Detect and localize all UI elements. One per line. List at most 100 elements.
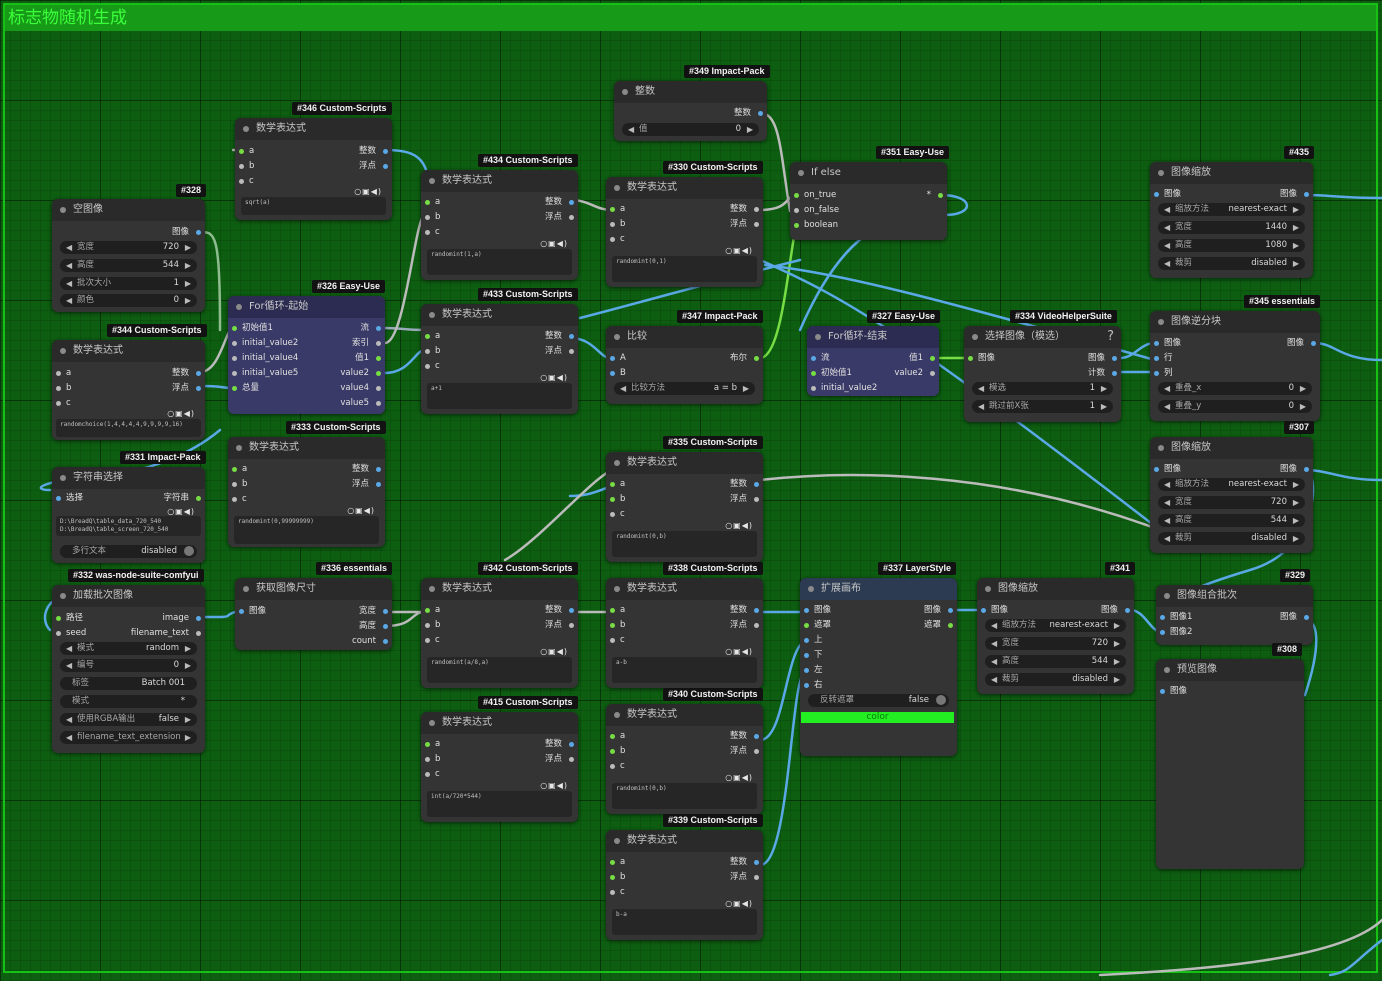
input-socket-icon[interactable] [425,334,430,339]
output-socket-icon[interactable] [1112,371,1117,376]
node-compare[interactable]: 比较 A B 布尔 ◀ 比较方法 a = b ▶ [606,326,763,404]
output-socket-icon[interactable] [754,734,759,739]
node-string-select[interactable]: 字符串选择 选择 字符串 ○▣◀) D:\BreadQ\table_data_7… [52,467,205,563]
widget-width[interactable]: ◀ 宽度 1440 ▶ [1158,221,1305,234]
output-socket-icon[interactable] [754,860,759,865]
input-socket-icon[interactable] [56,496,61,501]
toolbar-icons[interactable]: ○▣◀) [725,246,753,255]
input-socket-icon[interactable] [610,237,615,242]
node-if-else[interactable]: If else on_true on_false boolean * [790,162,947,240]
widget-filename-extension[interactable]: ◀ filename_text_extension ▶ [60,731,197,744]
node-math-expression[interactable]: 数学表达式 a b c 整数 浮点 ○▣◀) randomint(1,a) [421,170,578,280]
output-socket-icon[interactable] [1125,608,1130,613]
widget-select[interactable]: ◀ 模选 1 ▶ [972,382,1113,395]
widget-skip-first[interactable]: ◀ 跳过前X张 1 ▶ [972,400,1113,413]
input-socket-icon[interactable] [1160,615,1165,620]
output-socket-icon[interactable] [1304,192,1309,197]
output-socket-icon[interactable] [930,371,935,376]
node-image-scale[interactable]: 图像缩放 图像 图像 ◀ 缩放方法 nearest-exact ▶ ◀ 宽度 720 ▶ ◀… [977,578,1134,694]
input-socket-icon[interactable] [232,371,237,376]
input-socket-icon[interactable] [425,364,430,369]
collapse-dot-icon[interactable] [429,312,435,318]
toggle-multiline[interactable]: 多行文本 disabled [60,545,197,558]
input-socket-icon[interactable] [425,742,430,747]
node-math-expression[interactable]: 数学表达式 a b c 整数 浮点 ○▣◀) randomchoice(1,4,… [52,340,205,440]
collapse-dot-icon[interactable] [429,720,435,726]
node-math-expression[interactable]: 数学表达式 a b c 整数 浮点 ○▣◀) randomint(0,b) [606,704,763,814]
widget-height[interactable]: ◀ 高度 544 ▶ [1158,514,1305,527]
node-image-scale[interactable]: 图像缩放 图像 图像 ◀ 缩放方法 nearest-exact ▶ ◀ 宽度 720 ▶ ◀… [1150,437,1313,553]
input-socket-icon[interactable] [610,512,615,517]
widget-rgba-output[interactable]: ◀ 使用RGBA输出 false ▶ [60,713,197,726]
output-socket-icon[interactable] [569,742,574,747]
color-swatch[interactable]: color [801,712,954,723]
toolbar-icons[interactable]: ○▣◀) [725,521,753,530]
expression-field[interactable]: randomint(a/8,a) [427,657,572,683]
output-socket-icon[interactable] [196,616,201,621]
input-socket-icon[interactable] [804,668,809,673]
expression-field[interactable]: int(a/720*544) [427,791,572,817]
collapse-dot-icon[interactable] [1158,170,1164,176]
output-socket-icon[interactable] [569,757,574,762]
input-socket-icon[interactable] [610,875,615,880]
toolbar-icons[interactable]: ○▣◀) [540,781,568,790]
expression-field[interactable]: sqrt(a) [241,197,386,215]
toolbar-icons[interactable]: ○▣◀) [725,647,753,656]
input-socket-icon[interactable] [794,223,799,228]
output-socket-icon[interactable] [569,334,574,339]
input-socket-icon[interactable] [239,609,244,614]
input-socket-icon[interactable] [425,608,430,613]
input-socket-icon[interactable] [56,371,61,376]
output-socket-icon[interactable] [569,349,574,354]
input-socket-icon[interactable] [1154,341,1159,346]
output-socket-icon[interactable] [383,149,388,154]
input-socket-icon[interactable] [232,356,237,361]
input-socket-icon[interactable] [804,683,809,688]
widget-mode[interactable]: ◀ 模式 random ▶ [60,642,197,655]
input-socket-icon[interactable] [425,757,430,762]
expression-field[interactable]: randomchoice(1,4,4,4,4,9,9,9,9,16) [56,419,201,437]
node-math-expression[interactable]: 数学表达式 a b c 整数 浮点 ○▣◀) a+1 [421,304,578,414]
collapse-dot-icon[interactable] [60,207,66,213]
node-integer[interactable]: 整数 整数 ◀ 值 0 ▶ [614,81,767,141]
toolbar-icons[interactable]: ○▣◀) [540,239,568,248]
input-socket-icon[interactable] [1154,467,1159,472]
collapse-dot-icon[interactable] [1164,593,1170,599]
input-socket-icon[interactable] [1160,689,1165,694]
expression-field[interactable]: randomint(0,99999999) [234,516,379,544]
output-socket-icon[interactable] [196,386,201,391]
input-socket-icon[interactable] [239,149,244,154]
collapse-dot-icon[interactable] [60,475,66,481]
input-socket-icon[interactable] [56,386,61,391]
widget-height[interactable]: ◀ 高度 1080 ▶ [1158,239,1305,252]
output-socket-icon[interactable] [754,875,759,880]
collapse-dot-icon[interactable] [60,593,66,599]
widget-pattern[interactable]: 模式 * [60,695,197,708]
input-socket-icon[interactable] [610,623,615,628]
toggle-invert-mask[interactable]: 反转遮罩 false [808,694,949,707]
input-socket-icon[interactable] [610,608,615,613]
output-socket-icon[interactable] [383,164,388,169]
expression-field[interactable]: randomint(0,b) [612,783,757,809]
node-math-expression[interactable]: 数学表达式 a b c 整数 浮点 ○▣◀) int(a/720*544) [421,712,578,822]
toolbar-icons[interactable]: ○▣◀) [725,899,753,908]
node-math-expression[interactable]: 数学表达式 a b c 整数 浮点 ○▣◀) randomint(a/8,a) [421,578,578,688]
widget-index[interactable]: ◀ 编号 0 ▶ [60,659,197,672]
input-socket-icon[interactable] [232,467,237,472]
widget-scale-method[interactable]: ◀ 缩放方法 nearest-exact ▶ [985,619,1126,632]
input-socket-icon[interactable] [610,482,615,487]
widget-width[interactable]: ◀ 宽度 720 ▶ [60,241,197,254]
input-socket-icon[interactable] [425,215,430,220]
collapse-dot-icon[interactable] [243,126,249,132]
input-socket-icon[interactable] [811,371,816,376]
collapse-dot-icon[interactable] [243,586,249,592]
widget-crop[interactable]: ◀ 裁剪 disabled ▶ [985,673,1126,686]
input-socket-icon[interactable] [610,497,615,502]
toolbar-icons[interactable]: ○▣◀) [540,373,568,382]
output-socket-icon[interactable] [376,341,381,346]
node-empty-image[interactable]: 空图像 图像 ◀ 宽度 720 ▶ ◀ 高度 544 ▶ ◀ 批次大小 1 ▶ ◀ 颜色 0 ▶ [52,199,205,312]
node-image-scale[interactable]: 图像缩放 图像 图像 ◀ 缩放方法 nearest-exact ▶ ◀ 宽度 1440 ▶ … [1150,162,1313,278]
output-socket-icon[interactable] [1112,356,1117,361]
expression-field[interactable]: a-b [612,657,757,683]
widget-crop[interactable]: ◀ 裁剪 disabled ▶ [1158,257,1305,270]
